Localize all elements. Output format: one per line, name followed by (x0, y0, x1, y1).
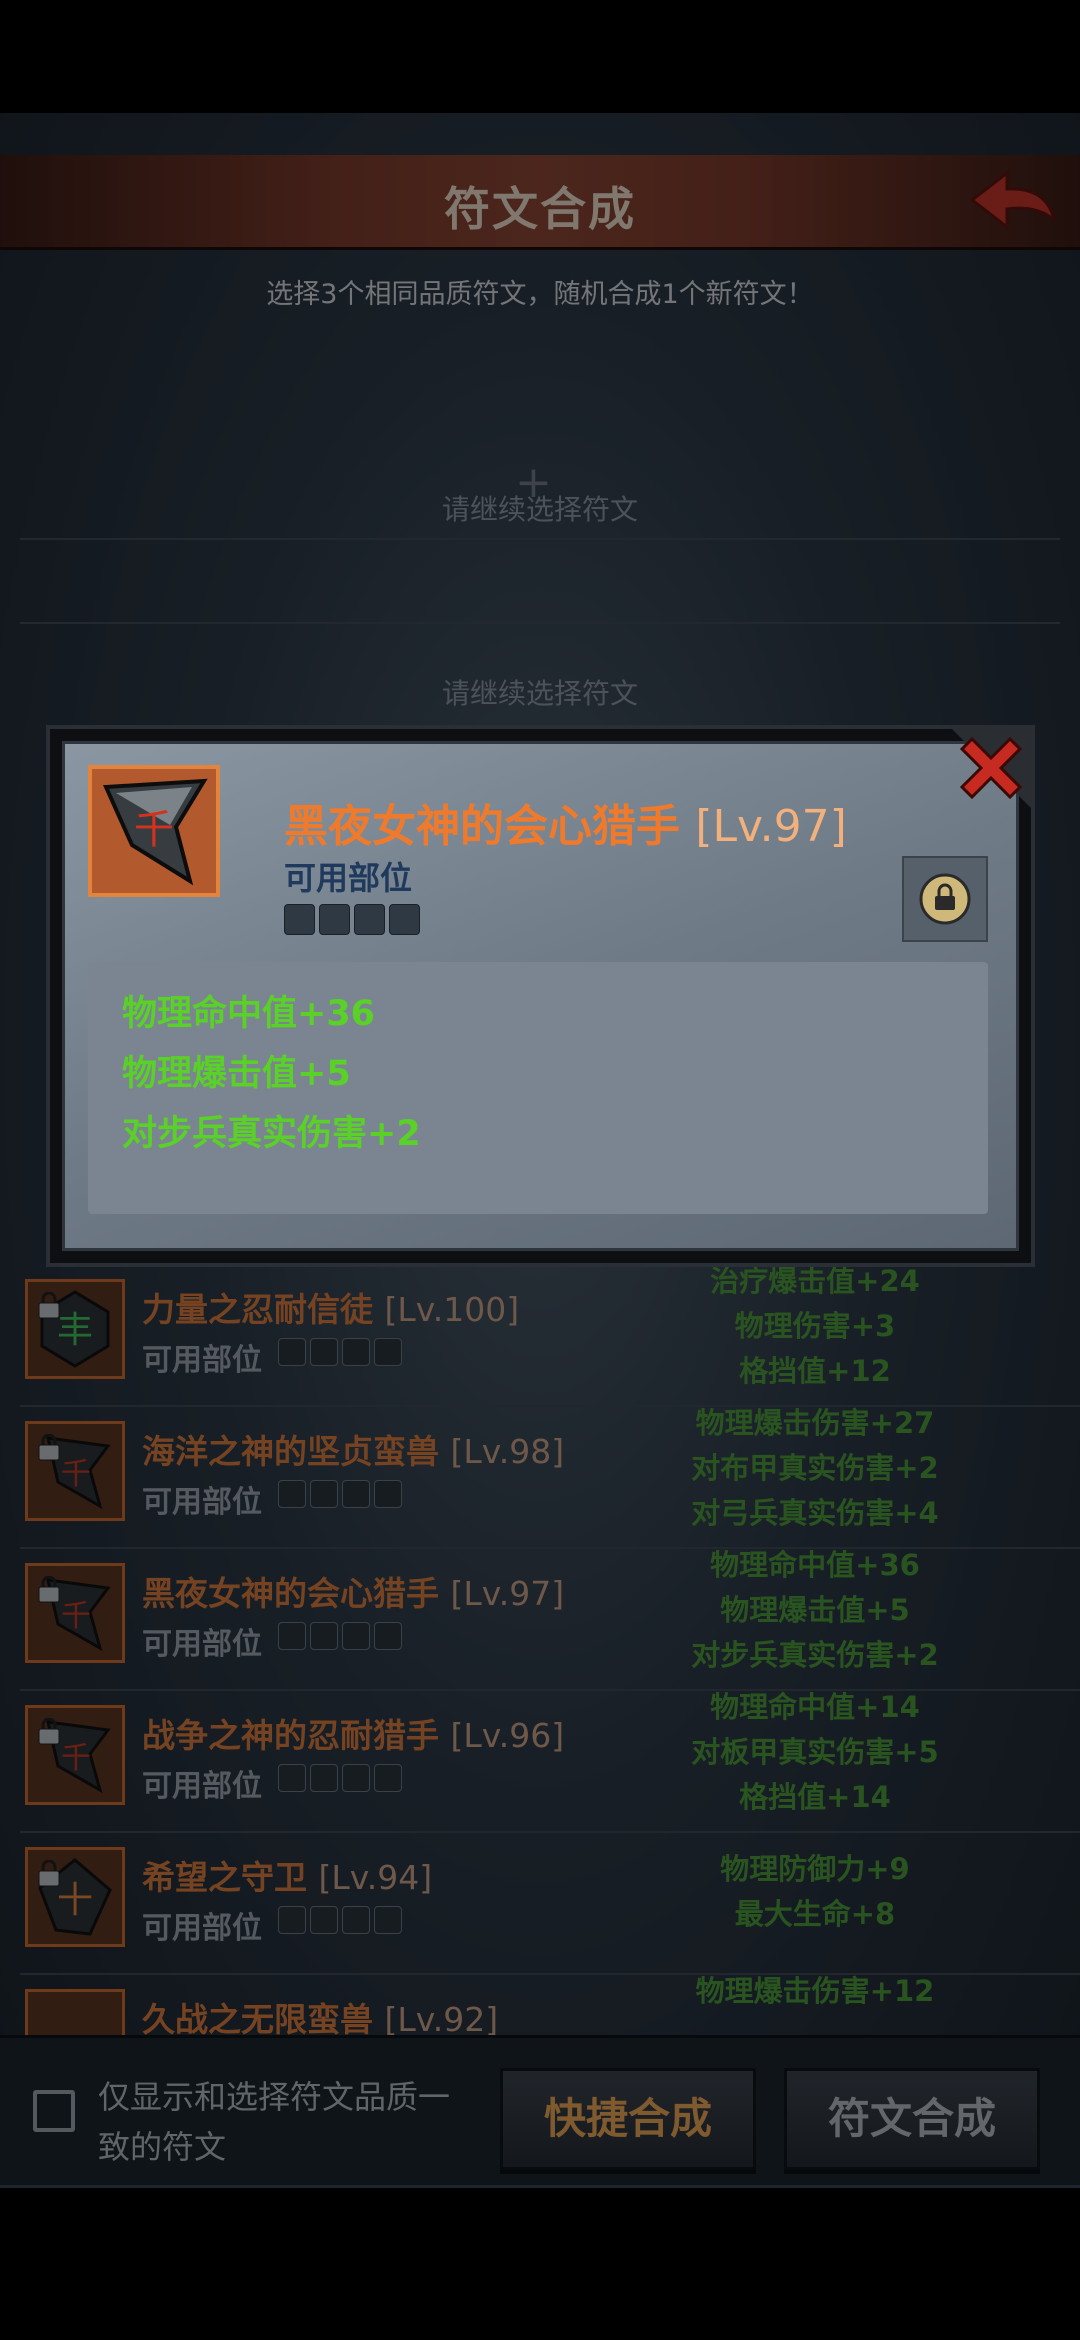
popup-stat: 对步兵真实伤害+2 (122, 1114, 421, 1154)
popup-part-icons (284, 904, 424, 939)
popup-lock-button[interactable] (902, 856, 988, 942)
close-icon[interactable] (948, 725, 1034, 811)
ring-slot-icon (389, 904, 420, 935)
lock-icon (919, 873, 971, 925)
popup-stat: 物理爆击值+5 (122, 1054, 351, 1094)
popup-rune-name: 黑夜女神的会心猎手 [Lv.97] (284, 801, 847, 852)
popup-stat: 物理命中值+36 (122, 994, 376, 1034)
svg-text:千: 千 (134, 807, 174, 853)
popup-rune-icon: 千 (88, 765, 220, 897)
armor-slot-icon (319, 904, 350, 935)
popup-part-label: 可用部位 (284, 859, 413, 897)
weapon-slot-icon (284, 904, 315, 935)
boots-slot-icon (354, 904, 385, 935)
